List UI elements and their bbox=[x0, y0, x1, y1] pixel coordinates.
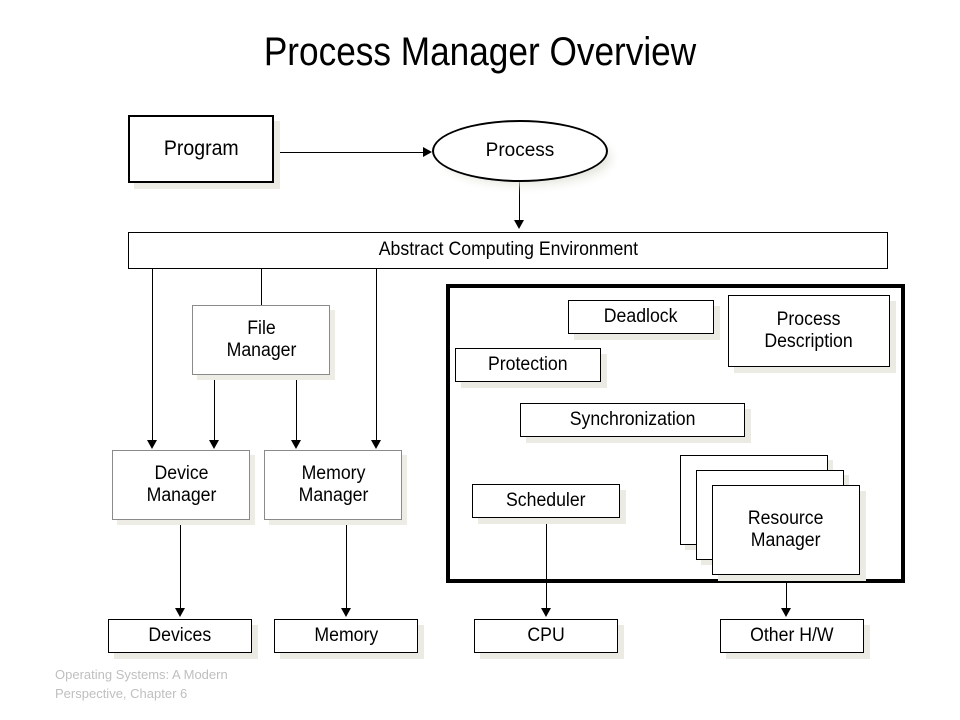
node-devices-label: Devices bbox=[148, 624, 212, 646]
node-devices[interactable]: Devices bbox=[108, 619, 252, 653]
node-device-manager[interactable]: Device Manager bbox=[112, 450, 250, 520]
node-file-manager[interactable]: File Manager bbox=[192, 305, 330, 375]
slide-canvas: Process Manager Overview Program Process… bbox=[0, 0, 960, 720]
connector-resource-manager-to-other-hw bbox=[786, 575, 787, 609]
node-abstract-computing-environment[interactable]: Abstract Computing Environment bbox=[128, 232, 888, 269]
arrowhead-ace-to-memory-manager bbox=[371, 440, 381, 449]
node-memory-manager[interactable]: Memory Manager bbox=[264, 450, 402, 520]
connector-memory-manager-to-memory bbox=[346, 520, 347, 609]
arrowhead-file-manager-to-device-manager bbox=[209, 440, 219, 449]
node-deadlock[interactable]: Deadlock bbox=[568, 300, 714, 334]
arrowhead-scheduler-to-cpu bbox=[541, 608, 551, 617]
page-title: Process Manager Overview bbox=[263, 30, 697, 74]
connector-scheduler-to-cpu bbox=[546, 518, 547, 609]
node-protection-label: Protection bbox=[488, 353, 568, 375]
node-program[interactable]: Program bbox=[128, 115, 274, 183]
node-device-manager-label: Device Manager bbox=[146, 462, 216, 506]
node-process[interactable]: Process bbox=[432, 120, 608, 182]
node-resource-manager[interactable]: Resource Manager bbox=[712, 485, 860, 575]
node-cpu-label: CPU bbox=[527, 624, 565, 646]
node-abstract-computing-environment-label: Abstract Computing Environment bbox=[378, 239, 638, 261]
node-scheduler[interactable]: Scheduler bbox=[472, 484, 620, 518]
footer-line-1: Operating Systems: A Modern bbox=[55, 667, 228, 682]
node-synchronization[interactable]: Synchronization bbox=[520, 403, 745, 437]
node-other-hw[interactable]: Other H/W bbox=[720, 619, 864, 653]
node-cpu[interactable]: CPU bbox=[474, 619, 618, 653]
footer-attribution: Operating Systems: A Modern Perspective,… bbox=[55, 666, 355, 704]
footer-line-2: Perspective, Chapter 6 bbox=[55, 685, 188, 701]
connector-ace-to-file-manager bbox=[261, 269, 262, 305]
node-resource-manager-label: Resource Manager bbox=[748, 507, 824, 551]
node-protection[interactable]: Protection bbox=[455, 348, 601, 382]
node-process-label: Process bbox=[485, 140, 555, 161]
node-file-manager-label: File Manager bbox=[226, 317, 296, 361]
arrowhead-file-manager-to-memory-manager bbox=[291, 440, 301, 449]
connector-program-to-process bbox=[274, 152, 424, 153]
arrowhead-resource-manager-to-other-hw bbox=[781, 608, 791, 617]
node-process-description-label: Process Description bbox=[764, 308, 854, 352]
node-memory-manager-label: Memory Manager bbox=[298, 462, 368, 506]
node-scheduler-label: Scheduler bbox=[506, 489, 586, 511]
node-other-hw-label: Other H/W bbox=[750, 624, 834, 646]
connector-file-manager-to-memory-manager bbox=[296, 375, 297, 441]
node-program-label: Program bbox=[163, 136, 239, 160]
node-process-description[interactable]: Process Description bbox=[728, 295, 890, 367]
node-memory-label: Memory bbox=[314, 624, 378, 646]
node-synchronization-label: Synchronization bbox=[569, 408, 696, 430]
arrowhead-ace-to-device-manager bbox=[147, 440, 157, 449]
arrowhead-process-to-ace bbox=[514, 220, 524, 229]
node-deadlock-label: Deadlock bbox=[604, 305, 678, 327]
connector-process-to-ace bbox=[519, 182, 520, 221]
arrowhead-program-to-process bbox=[423, 147, 432, 157]
connector-file-manager-to-device-manager bbox=[214, 375, 215, 441]
arrowhead-device-manager-to-devices bbox=[175, 608, 185, 617]
connector-ace-to-device-manager bbox=[152, 269, 153, 441]
arrowhead-memory-manager-to-memory bbox=[341, 608, 351, 617]
connector-device-manager-to-devices bbox=[180, 520, 181, 609]
node-memory[interactable]: Memory bbox=[274, 619, 418, 653]
connector-ace-to-memory-manager bbox=[376, 269, 377, 441]
